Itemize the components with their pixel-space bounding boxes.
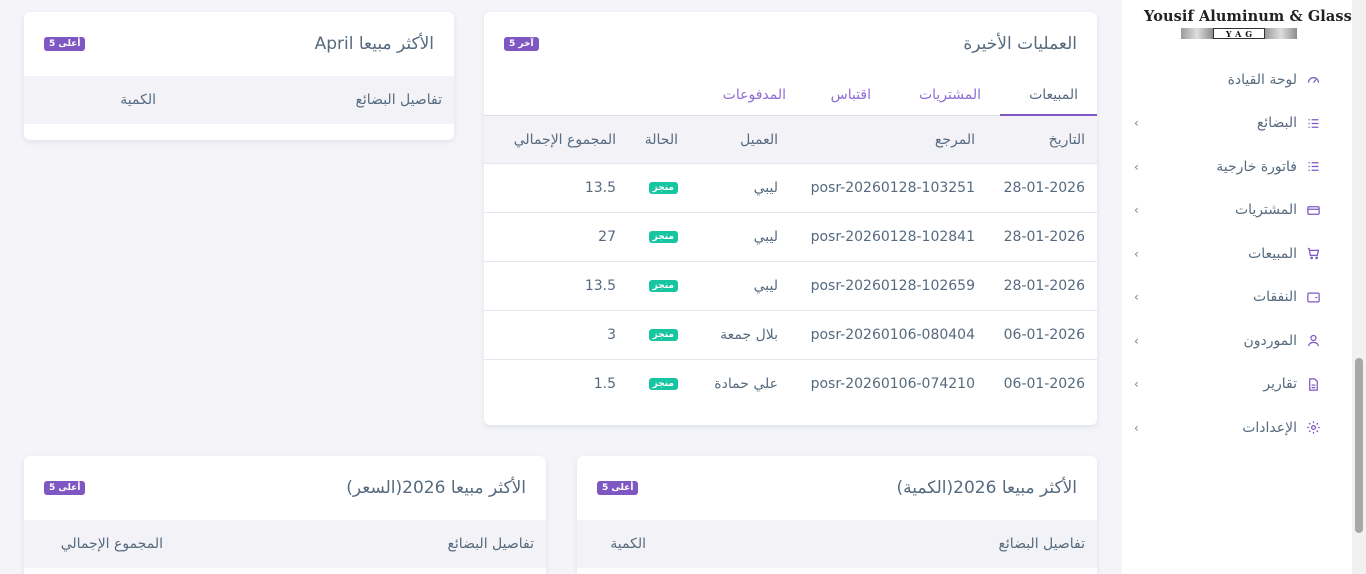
chevron-left-icon: ‹	[1134, 377, 1139, 392]
card-icon	[1305, 202, 1322, 219]
cart-icon	[1305, 245, 1322, 262]
table-header: تفاصيل البضائع المجموع الإجمالي	[24, 520, 546, 568]
top-5-badge: أعلى 5	[597, 481, 639, 495]
table-row[interactable]: 06-01-2026 posr-20260106-080404 بلال جمع…	[484, 311, 1097, 360]
top-selling-2026-price-card: الأكثر مبيعا 2026(السعر) أعلى 5 تفاصيل ا…	[24, 456, 546, 574]
col-status: الحالة	[644, 132, 678, 148]
card-title: الأكثر مبيعا April	[314, 34, 434, 54]
scrollbar-thumb[interactable]	[1355, 358, 1363, 533]
sidebar-item-dashboard[interactable]: لوحة القيادة	[1122, 58, 1352, 102]
table-row[interactable]: 06-01-2026 posr-20260106-074210 علي حماد…	[484, 360, 1097, 409]
chevron-left-icon: ‹	[1134, 290, 1139, 305]
top-5-badge: أعلى 5	[44, 37, 86, 51]
sidebar-item-sales[interactable]: المبيعات ‹	[1122, 232, 1352, 276]
last-5-badge: آخر 5	[504, 37, 539, 51]
col-reference: المرجع	[934, 132, 975, 148]
card-header: الأكثر مبيعا April أعلى 5	[24, 12, 454, 76]
table-header: التاريخ المرجع العميل الحالة المجموع الإ…	[484, 116, 1097, 164]
col-date: التاريخ	[1048, 132, 1085, 148]
brand-logo[interactable]: Yousif Aluminum & Glass YAG	[1144, 8, 1352, 39]
table-header: تفاصيل البضائع الكمية	[577, 520, 1097, 568]
table-header: تفاصيل البضائع الكمية	[24, 76, 454, 124]
col-quantity: الكمية	[120, 92, 156, 108]
tab-purchases[interactable]: المشتريات	[919, 87, 981, 103]
sidebar-item-suppliers[interactable]: الموردون ‹	[1122, 319, 1352, 363]
col-client: العميل	[740, 132, 778, 148]
top-selling-2026-qty-card: الأكثر مبيعا 2026(الكمية) أعلى 5 تفاصيل …	[577, 456, 1097, 574]
col-goods-details: تفاصيل البضائع	[998, 536, 1085, 552]
card-header: الأكثر مبيعا 2026(الكمية) أعلى 5	[577, 456, 1097, 520]
card-title: الأكثر مبيعا 2026(الكمية)	[896, 478, 1077, 498]
tab-quotes[interactable]: اقتباس	[831, 87, 871, 103]
sidebar-item-purchases[interactable]: المشتريات ‹	[1122, 189, 1352, 233]
sidebar-item-expenses[interactable]: النفقات ‹	[1122, 276, 1352, 320]
col-total: المجموع الإجمالي	[60, 536, 163, 552]
file-icon	[1305, 376, 1322, 393]
page-scrollbar[interactable]	[1352, 0, 1366, 574]
top-selling-april-card: الأكثر مبيعا April أعلى 5 تفاصيل البضائع…	[24, 12, 454, 140]
chevron-left-icon: ‹	[1134, 116, 1139, 131]
list-icon	[1305, 115, 1322, 132]
sidebar-item-goods[interactable]: البضائع ‹	[1122, 102, 1352, 146]
user-icon	[1305, 332, 1322, 349]
sidebar-item-external-invoice[interactable]: فاتورة خارجية ‹	[1122, 145, 1352, 189]
chevron-left-icon: ‹	[1134, 420, 1139, 435]
sidebar-item-settings[interactable]: الإعدادات ‹	[1122, 406, 1352, 450]
chevron-left-icon: ‹	[1134, 159, 1139, 174]
sidebar: Yousif Aluminum & Glass YAG لوحة القيادة…	[1122, 0, 1366, 574]
top-5-badge: أعلى 5	[44, 481, 86, 495]
gauge-icon	[1305, 71, 1322, 88]
tab-payments[interactable]: المدفوعات	[723, 87, 786, 103]
status-badge: منجز	[648, 231, 678, 243]
status-badge: منجز	[648, 378, 678, 390]
sidebar-item-reports[interactable]: تقارير ‹	[1122, 363, 1352, 407]
recent-operations-card: العمليات الأخيرة آخر 5 المبيعات المشتريا…	[484, 12, 1097, 425]
col-goods-details: تفاصيل البضائع	[355, 92, 442, 108]
sidebar-menu: لوحة القيادة البضائع ‹ فاتورة خارجية ‹ ا…	[1122, 58, 1352, 450]
col-quantity: الكمية	[610, 536, 646, 552]
table-row[interactable]: 28-01-2026 posr-20260128-103251 ليبي منج…	[484, 164, 1097, 213]
table-row[interactable]: 28-01-2026 posr-20260128-102659 ليبي منج…	[484, 262, 1097, 311]
brand-name: Yousif Aluminum & Glass	[1144, 8, 1352, 25]
list-icon	[1305, 158, 1322, 175]
chevron-left-icon: ‹	[1134, 203, 1139, 218]
card-title: العمليات الأخيرة	[963, 34, 1077, 54]
col-total: المجموع الإجمالي	[513, 132, 616, 148]
status-badge: منجز	[648, 280, 678, 292]
status-badge: منجز	[648, 329, 678, 341]
gear-icon	[1305, 419, 1322, 436]
table-row[interactable]: 28-01-2026 posr-20260128-102841 ليبي منج…	[484, 213, 1097, 262]
card-header: الأكثر مبيعا 2026(السعر) أعلى 5	[24, 456, 546, 520]
card-title: الأكثر مبيعا 2026(السعر)	[346, 478, 526, 498]
chevron-left-icon: ‹	[1134, 246, 1139, 261]
status-badge: منجز	[648, 182, 678, 194]
operations-tabs: المبيعات المشتريات اقتباس المدفوعات	[484, 76, 1097, 116]
brand-bar: YAG	[1181, 28, 1297, 39]
col-goods-details: تفاصيل البضائع	[447, 536, 534, 552]
brand-initials: YAG	[1213, 28, 1265, 39]
card-header: العمليات الأخيرة آخر 5	[484, 12, 1097, 76]
tab-sales[interactable]: المبيعات	[1029, 87, 1078, 103]
chevron-left-icon: ‹	[1134, 333, 1139, 348]
wallet-icon	[1305, 289, 1322, 306]
